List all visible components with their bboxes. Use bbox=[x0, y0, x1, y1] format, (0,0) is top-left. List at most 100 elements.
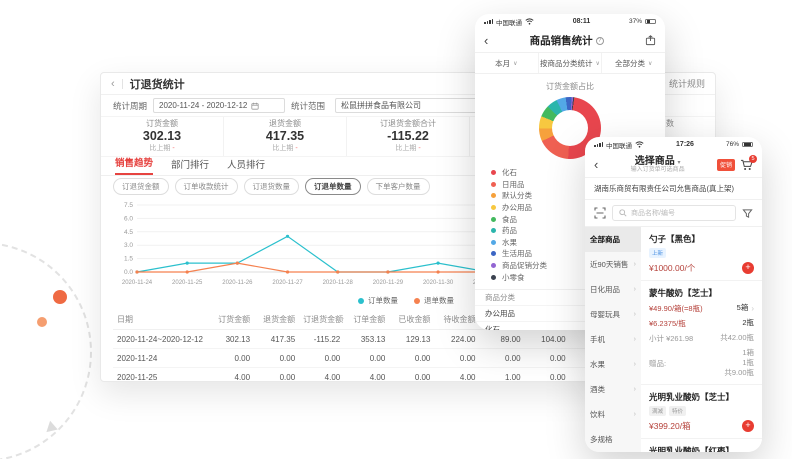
sidebar-category[interactable]: 母婴玩具› bbox=[585, 302, 641, 327]
company-notice: 湖南乐商贸有限责任公司允售商品(真上架) bbox=[585, 178, 762, 200]
tab-部门排行[interactable]: 部门排行 bbox=[171, 157, 209, 175]
page-title: 订退货统计 bbox=[130, 76, 185, 92]
product-price: 赠品: bbox=[649, 358, 666, 369]
legend-dot bbox=[491, 182, 496, 187]
product-item[interactable]: 蒙牛酸奶【芝士】¥49.90/箱(=8瓶) 5箱 ›¥6.2375/瓶 2瓶 小… bbox=[641, 281, 762, 385]
svg-text:7.5: 7.5 bbox=[124, 202, 133, 209]
product-qty: 共42.00瓶 bbox=[720, 333, 754, 343]
tab-销售趋势[interactable]: 销售趋势 bbox=[115, 155, 153, 175]
nav-subtitle: 输入订货单可选商品 bbox=[598, 167, 717, 174]
scope-label: 统计范围 bbox=[291, 100, 325, 112]
decor-dashed-arc bbox=[0, 242, 92, 459]
calendar-icon bbox=[251, 102, 259, 110]
metric-pill[interactable]: 下单客户数量 bbox=[367, 178, 430, 195]
scope-select[interactable]: 松鼠拼拼食品有限公司 ▾ bbox=[335, 98, 485, 113]
category-sidebar: 全部商品近90天销售›日化用品›母婴玩具›手机›水果›酒类›饮料›多规格小单位商… bbox=[585, 227, 641, 452]
legend-dot bbox=[358, 298, 364, 304]
table-header: 日期 bbox=[113, 310, 209, 330]
legend-dot bbox=[491, 205, 496, 210]
filter-funnel-icon[interactable] bbox=[742, 208, 753, 219]
product-tag: 上新 bbox=[649, 248, 666, 258]
battery-icon bbox=[645, 19, 656, 25]
product-name: 光明乳业酸奶【红枣】 bbox=[649, 445, 754, 452]
sidebar-category[interactable]: 酒类› bbox=[585, 377, 641, 402]
table-header: 订货金额 bbox=[209, 310, 254, 330]
legend-dot bbox=[414, 298, 420, 304]
legend-dot bbox=[491, 251, 496, 256]
product-tag: 特价 bbox=[669, 406, 686, 416]
table-header: 订退货金额合计 bbox=[299, 310, 344, 330]
product-qty: 1箱1瓶共9.00瓶 bbox=[724, 348, 754, 378]
sidebar-category[interactable]: 多规格 bbox=[585, 427, 641, 452]
header-divider bbox=[122, 79, 123, 89]
promo-badge[interactable]: 促销 bbox=[717, 159, 735, 171]
filter-dropdown[interactable]: 全部分类 ∨ bbox=[602, 53, 665, 73]
chevron-right-icon: › bbox=[634, 411, 636, 418]
cart-count-badge: 5 bbox=[749, 155, 757, 163]
picker-body: 全部商品近90天销售›日化用品›母婴玩具›手机›水果›酒类›饮料›多规格小单位商… bbox=[585, 227, 762, 452]
sidebar-category[interactable]: 近90天销售› bbox=[585, 252, 641, 277]
legend-label: 办公用品 bbox=[502, 202, 532, 213]
title-box[interactable]: 选择商品 ▾ 输入订货单可选商品 bbox=[598, 156, 717, 174]
legend-dot bbox=[491, 240, 496, 245]
battery-percent: 76% bbox=[726, 141, 739, 148]
card-value: 302.13 bbox=[143, 129, 181, 145]
svg-text:2020-11-28: 2020-11-28 bbox=[323, 280, 354, 286]
chevron-right-icon: › bbox=[634, 286, 636, 293]
nav-bar: ‹ 商品销售统计 ? bbox=[475, 29, 665, 53]
metric-pill[interactable]: 订退单数量 bbox=[305, 178, 361, 195]
summary-card: 订退货金额合计 -115.22 比上期- bbox=[347, 117, 470, 156]
filter-dropdown[interactable]: 本月 ∨ bbox=[475, 53, 539, 73]
search-input[interactable]: 商品名称/编号 bbox=[612, 205, 736, 221]
sidebar-category[interactable]: 手机› bbox=[585, 327, 641, 352]
metric-pill[interactable]: 订退货数量 bbox=[244, 178, 300, 195]
table-header: 已收金额 bbox=[389, 310, 434, 330]
help-icon[interactable]: ? bbox=[596, 37, 604, 45]
metric-pill[interactable]: 订单收款统计 bbox=[175, 178, 238, 195]
share-icon[interactable] bbox=[645, 35, 656, 46]
legend-label: 默认分类 bbox=[502, 190, 532, 201]
svg-text:2020-11-30: 2020-11-30 bbox=[423, 280, 454, 286]
filter-dropdown[interactable]: 按商品分类统计 ∨ bbox=[539, 53, 603, 73]
date-range-input[interactable]: 2020-11-24 - 2020-12-12 bbox=[153, 98, 285, 113]
summary-card: 退货金额 417.35 比上期- bbox=[224, 117, 347, 156]
back-icon[interactable]: ‹ bbox=[111, 78, 115, 90]
battery-icon bbox=[742, 142, 753, 148]
sidebar-category[interactable]: 水果› bbox=[585, 352, 641, 377]
add-to-cart-button[interactable]: + bbox=[742, 420, 754, 432]
product-price: ¥6.2375/瓶 bbox=[649, 318, 686, 329]
legend-item: 退单数量 bbox=[414, 295, 454, 306]
sidebar-category[interactable]: 全部商品 bbox=[585, 227, 641, 252]
sidebar-category[interactable]: 日化用品› bbox=[585, 277, 641, 302]
product-name: 勺子【黑色】 bbox=[649, 233, 754, 245]
card-value: -115.22 bbox=[387, 129, 429, 145]
svg-text:3.0: 3.0 bbox=[124, 242, 133, 249]
chevron-right-icon: › bbox=[634, 386, 636, 393]
legend-label: 食品 bbox=[502, 214, 517, 225]
legend-label: 小零食 bbox=[502, 272, 525, 283]
chevron-down-icon: ∨ bbox=[513, 60, 517, 67]
signal-icon bbox=[594, 142, 603, 147]
metric-pill[interactable]: 订退货金额 bbox=[113, 178, 169, 195]
tab-人员排行[interactable]: 人员排行 bbox=[227, 157, 265, 175]
cart-button[interactable]: 5 bbox=[740, 159, 753, 171]
product-item[interactable]: 勺子【黑色】上新¥1000.00/个+ bbox=[641, 227, 762, 281]
card-compare: 比上期- bbox=[149, 145, 174, 154]
svg-text:1.5: 1.5 bbox=[124, 256, 133, 263]
search-row: 商品名称/编号 bbox=[585, 200, 762, 227]
sidebar-category[interactable]: 饮料› bbox=[585, 402, 641, 427]
signal-icon bbox=[484, 19, 493, 24]
svg-text:2020-11-29: 2020-11-29 bbox=[373, 280, 404, 286]
svg-text:2020-11-27: 2020-11-27 bbox=[272, 280, 303, 286]
scan-icon[interactable] bbox=[594, 207, 606, 219]
legend-label: 化石 bbox=[502, 167, 517, 178]
product-item[interactable]: 光明乳业酸奶【红枣】满减特价买赠 bbox=[641, 439, 762, 452]
search-icon bbox=[619, 209, 627, 217]
chevron-down-icon: ▾ bbox=[678, 160, 681, 166]
donut-title: 订货金额占比 bbox=[475, 81, 665, 92]
carrier-label: 中国联通 bbox=[496, 17, 522, 27]
product-item[interactable]: 光明乳业酸奶【芝士】满减特价¥399.20/箱+ bbox=[641, 385, 762, 439]
add-to-cart-button[interactable]: + bbox=[742, 262, 754, 274]
legend-label: 生活用品 bbox=[502, 248, 532, 259]
clock: 17:26 bbox=[644, 141, 726, 148]
